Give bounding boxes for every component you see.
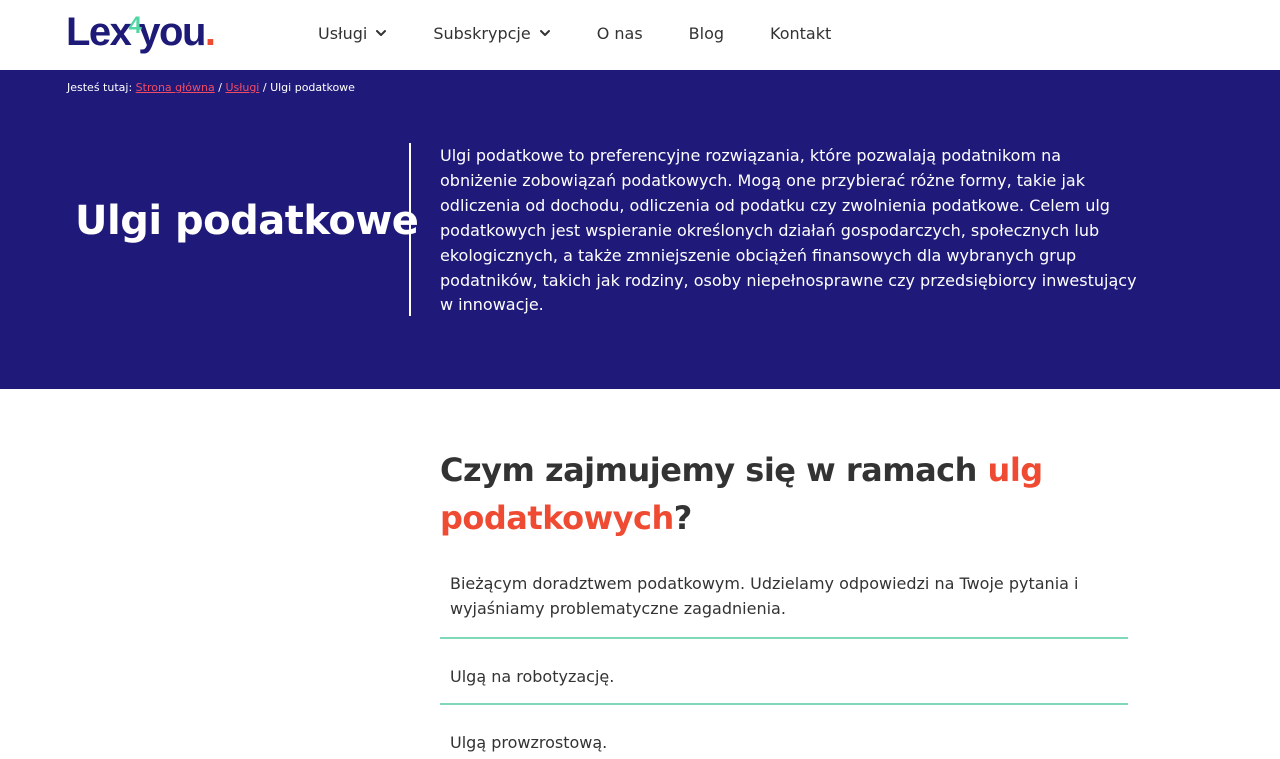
nav-item-label: Subskrypcje <box>433 23 531 43</box>
list-item: Ulgą prowzrostową. <box>450 732 608 752</box>
section-heading-text: Czym zajmujemy się w ramach <box>440 451 988 489</box>
logo-text-you: you <box>138 10 206 54</box>
list-item: Bieżącym doradztwem podatkowym. Udzielam… <box>440 564 1128 639</box>
logo-text-4: 4 <box>128 12 141 39</box>
logo-text-lex: Lex <box>66 10 132 54</box>
hero-divider <box>409 143 411 316</box>
nav-item-uslugi[interactable]: Usługi <box>318 24 387 43</box>
list-item: Ulgą na robotyzację. <box>440 639 1128 705</box>
breadcrumb-prefix: Jesteś tutaj: <box>67 81 133 94</box>
logo-dot: . <box>204 10 216 54</box>
nav-item-label: Kontakt <box>770 23 832 43</box>
breadcrumb: Jesteś tutaj: Strona główna / Usługi / U… <box>67 81 355 94</box>
hero-description: Ulgi podatkowe to preferencyjne rozwiąza… <box>440 146 1137 315</box>
breadcrumb-separator: / <box>218 81 222 94</box>
breadcrumb-link-uslugi[interactable]: Usługi <box>225 81 259 94</box>
nav-item-label: Usługi <box>318 23 368 43</box>
nav-item-subskrypcje[interactable]: Subskrypcje <box>433 24 550 43</box>
chevron-down-icon <box>539 27 551 39</box>
chevron-down-icon <box>375 27 387 39</box>
breadcrumb-link-home[interactable]: Strona główna <box>136 81 215 94</box>
breadcrumb-current: Ulgi podatkowe <box>270 81 355 94</box>
nav-item-label: O nas <box>596 23 643 43</box>
nav-item-kontakt[interactable]: Kontakt <box>770 24 831 43</box>
breadcrumb-separator: / <box>262 81 267 94</box>
services-list: Bieżącym doradztwem podatkowym. Udzielam… <box>440 564 1128 759</box>
nav-item-blog[interactable]: Blog <box>689 24 724 43</box>
nav-item-label: Blog <box>688 23 725 43</box>
section-heading-end: ? <box>673 499 693 537</box>
nav-item-o-nas[interactable]: O nas <box>597 24 643 43</box>
page-title: Ulgi podatkowe <box>75 198 419 244</box>
main-nav: Usługi Subskrypcje O nas Blog Kontakt <box>318 0 877 66</box>
hero-section: Jesteś tutaj: Strona główna / Usługi / U… <box>0 70 1280 389</box>
section-heading: Czym zajmujemy się w ramach ulg podatkow… <box>440 446 1120 542</box>
site-logo[interactable]: Lex 4 you. <box>66 10 216 58</box>
site-header: Lex 4 you. Usługi Subskrypcje O nas Blog K… <box>0 0 1280 70</box>
